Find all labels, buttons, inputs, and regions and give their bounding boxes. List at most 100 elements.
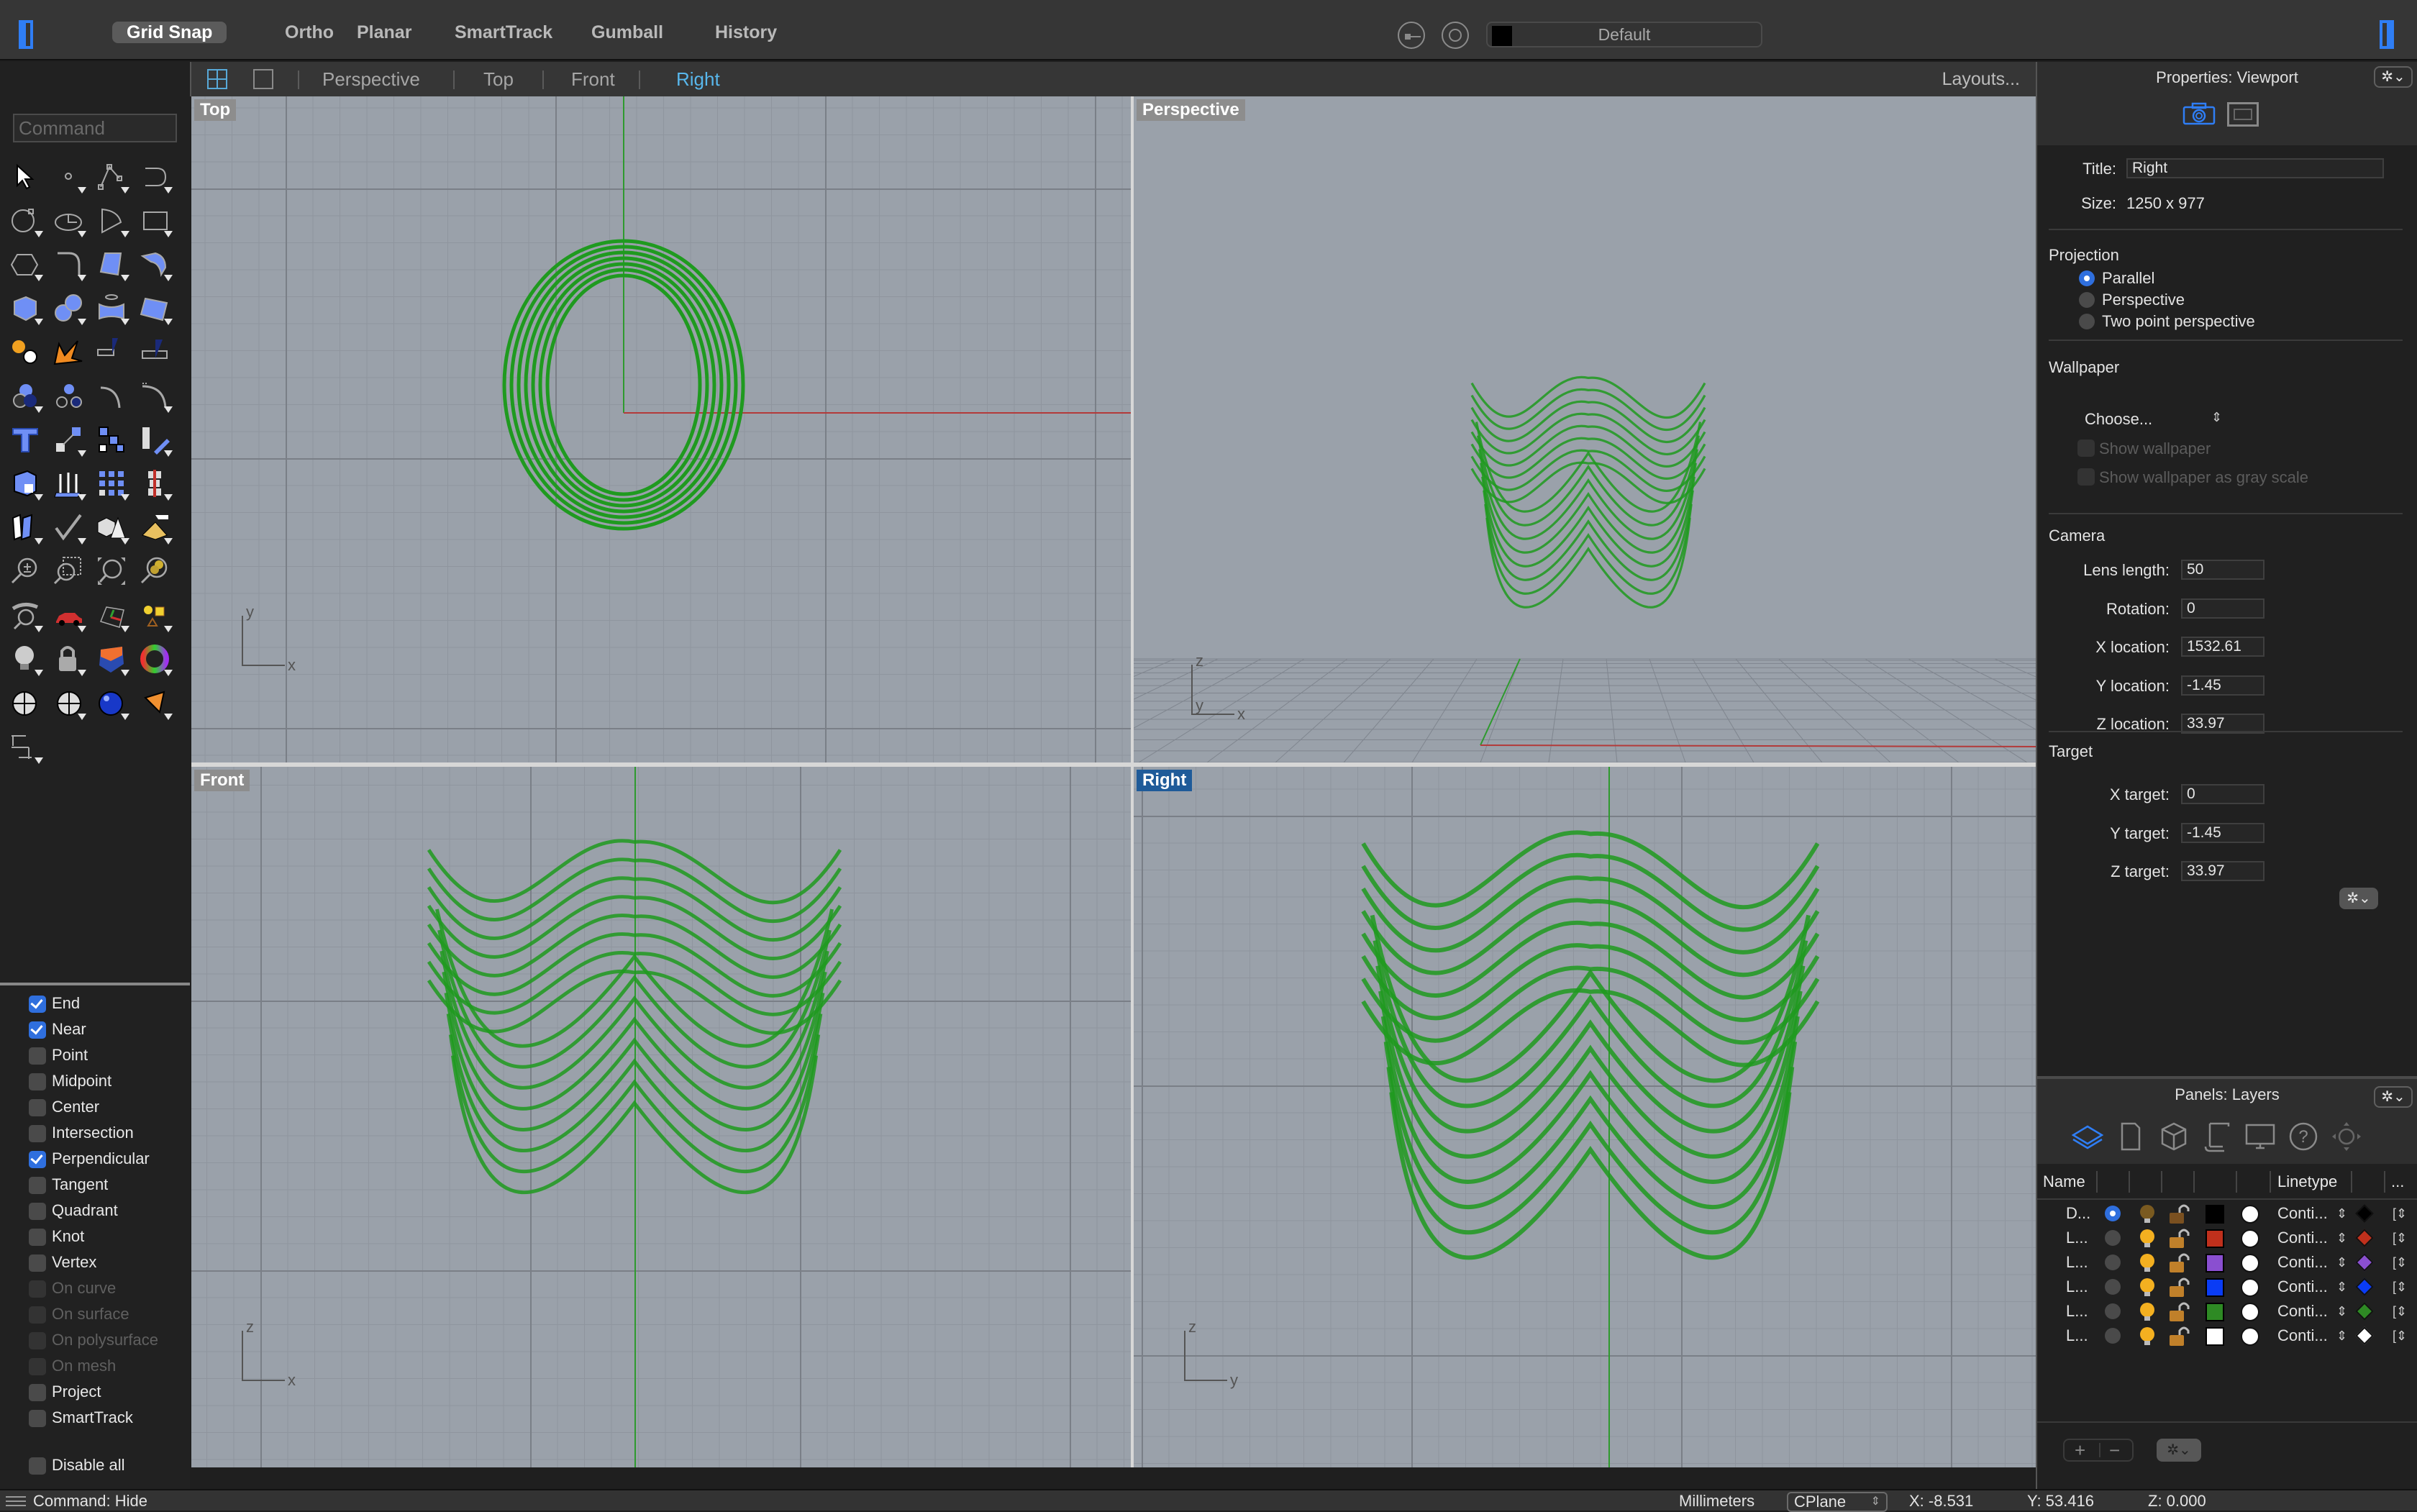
flyout-arrow-icon[interactable] — [78, 626, 86, 632]
osnap-near[interactable]: Near — [0, 1016, 190, 1042]
flyout-arrow-icon[interactable] — [35, 670, 43, 676]
flyout-arrow-icon[interactable] — [121, 187, 129, 193]
wallpaper-choose-dropdown[interactable]: Choose... ⇕ — [2085, 410, 2222, 429]
layer-name[interactable]: L... — [2066, 1275, 2088, 1299]
updown-chevron-icon[interactable]: ⇕ — [2336, 1299, 2347, 1324]
flyout-arrow-icon[interactable] — [35, 231, 43, 237]
text-tool-button[interactable] — [4, 419, 47, 463]
flyout-arrow-icon[interactable] — [35, 406, 43, 413]
flyout-arrow-icon[interactable] — [35, 538, 43, 545]
osnap-checkbox[interactable] — [29, 1410, 46, 1427]
notes-tab-icon[interactable] — [2201, 1121, 2233, 1152]
delete-layer-button[interactable]: − — [2109, 1440, 2120, 1460]
layer-row[interactable]: L... Conti... ⇕ [⇕ — [2037, 1275, 2417, 1299]
blocks-tab-icon[interactable] — [2158, 1121, 2190, 1152]
z-target-field[interactable]: 33.97 — [2181, 861, 2264, 881]
layer-material-swatch[interactable] — [2241, 1229, 2259, 1248]
gray-scale-checkbox[interactable] — [2077, 468, 2095, 486]
light-bulb-icon[interactable] — [2138, 1204, 2157, 1224]
x-target-field[interactable]: 0 — [2181, 784, 2264, 804]
flyout-arrow-icon[interactable] — [164, 538, 173, 545]
offset-surface-tool-button[interactable] — [134, 375, 177, 419]
display-tab-icon[interactable] — [2244, 1121, 2276, 1152]
mode-ortho-button[interactable]: Ortho — [270, 22, 348, 43]
flyout-arrow-icon[interactable] — [78, 231, 86, 237]
select-arrow-tool-button[interactable] — [4, 155, 47, 199]
move-tool-button[interactable] — [47, 419, 91, 463]
flyout-arrow-icon[interactable] — [164, 450, 173, 457]
viewport-right[interactable]: Right z y — [1134, 767, 2036, 1467]
x-location-field[interactable]: 1532.61 — [2181, 637, 2264, 657]
y-target-field[interactable]: -1.45 — [2181, 822, 2264, 843]
updown-chevron-icon[interactable]: ⇕ — [2336, 1201, 2347, 1226]
unlocked-padlock-icon[interactable] — [2168, 1326, 2190, 1347]
light-bulb-icon[interactable] — [2138, 1278, 2157, 1298]
flyout-arrow-icon[interactable] — [164, 319, 173, 325]
print-width-select[interactable]: [⇕ — [2393, 1226, 2407, 1250]
flyout-arrow-icon[interactable] — [78, 319, 86, 325]
flyout-arrow-icon[interactable] — [35, 275, 43, 281]
osnap-checkbox[interactable] — [29, 1384, 46, 1401]
explode-tool-button[interactable] — [47, 331, 91, 375]
flyout-arrow-icon[interactable] — [164, 275, 173, 281]
camera-icon[interactable] — [2182, 102, 2216, 125]
layer-actions-button[interactable]: ✲⌄ — [2157, 1439, 2201, 1462]
mode-planar-button[interactable]: Planar — [342, 22, 426, 43]
help-tab-icon[interactable]: ? — [2288, 1121, 2319, 1152]
layer-material-swatch[interactable] — [2241, 1205, 2259, 1224]
render-grid-sphere-tool-button[interactable] — [47, 682, 91, 726]
flyout-arrow-icon[interactable] — [78, 714, 86, 720]
osnap-on-mesh[interactable]: On mesh — [0, 1352, 190, 1378]
polygon-tool-button[interactable] — [4, 243, 47, 287]
show-wallpaper-checkbox[interactable] — [2077, 440, 2095, 457]
print-color-swatch[interactable] — [2355, 1229, 2374, 1247]
walkabout-car-tool-button[interactable] — [47, 594, 91, 638]
cplane-select[interactable]: CPlane ⇕ — [1787, 1492, 1888, 1512]
osnap-checkbox[interactable] — [29, 1073, 46, 1090]
flyout-arrow-icon[interactable] — [164, 714, 173, 720]
flyout-arrow-icon[interactable] — [164, 670, 173, 676]
flyout-arrow-icon[interactable] — [121, 714, 129, 720]
osnap-quadrant[interactable]: Quadrant — [0, 1197, 190, 1223]
flyout-arrow-icon[interactable] — [35, 319, 43, 325]
osnap-checkbox[interactable] — [29, 1099, 46, 1116]
osnap-on-surface[interactable]: On surface — [0, 1301, 190, 1326]
flyout-arrow-icon[interactable] — [35, 626, 43, 632]
print-color-swatch[interactable] — [2355, 1278, 2374, 1296]
light-tool-button[interactable] — [4, 638, 47, 682]
light-bulb-icon[interactable] — [2138, 1229, 2157, 1249]
lock-tool-button[interactable] — [47, 638, 91, 682]
viewport-top[interactable]: Top y x — [191, 96, 1131, 762]
layer-linetype[interactable]: Conti... — [2277, 1275, 2328, 1299]
osnap-checkbox[interactable] — [29, 1125, 46, 1142]
rotation-field[interactable]: 0 — [2181, 598, 2264, 619]
osnap-project[interactable]: Project — [0, 1378, 190, 1404]
unlocked-padlock-icon[interactable] — [2168, 1278, 2190, 1298]
osnap-end[interactable]: End — [0, 990, 190, 1016]
zoom-extents-tool-button[interactable] — [91, 550, 134, 594]
projection-radio-two-point-perspective[interactable] — [2079, 314, 2095, 329]
flyout-arrow-icon[interactable] — [164, 494, 173, 501]
viewport-splitter-horizontal[interactable] — [191, 762, 2036, 767]
viewport-title-field[interactable]: Right — [2126, 158, 2384, 178]
cplane-tool-button[interactable] — [91, 594, 134, 638]
flyout-arrow-icon[interactable] — [164, 187, 173, 193]
flyout-arrow-icon[interactable] — [164, 406, 173, 413]
print-width-select[interactable]: [⇕ — [2393, 1275, 2407, 1299]
flyout-arrow-icon[interactable] — [121, 231, 129, 237]
flyout-arrow-icon[interactable] — [78, 187, 86, 193]
document-tab-icon[interactable] — [2115, 1121, 2147, 1152]
layer-material-swatch[interactable] — [2241, 1303, 2259, 1321]
tab-perspective[interactable]: Perspective — [322, 62, 420, 96]
layer-name[interactable]: L... — [2066, 1250, 2088, 1275]
projection-radio-parallel[interactable] — [2079, 270, 2095, 286]
units-label[interactable]: Millimeters — [1679, 1490, 1754, 1512]
layer-row[interactable]: L... Conti... ⇕ [⇕ — [2037, 1226, 2417, 1250]
ellipse-tool-button[interactable] — [47, 199, 91, 243]
layer-row[interactable]: L... Conti... ⇕ [⇕ — [2037, 1250, 2417, 1275]
check-tool-button[interactable] — [47, 506, 91, 550]
extrude-arrows-tool-button[interactable] — [47, 463, 91, 506]
layer-section-tool-button[interactable] — [91, 638, 134, 682]
boolean-split-tool-button[interactable] — [4, 506, 47, 550]
layer-row[interactable]: L... Conti... ⇕ [⇕ — [2037, 1324, 2417, 1348]
